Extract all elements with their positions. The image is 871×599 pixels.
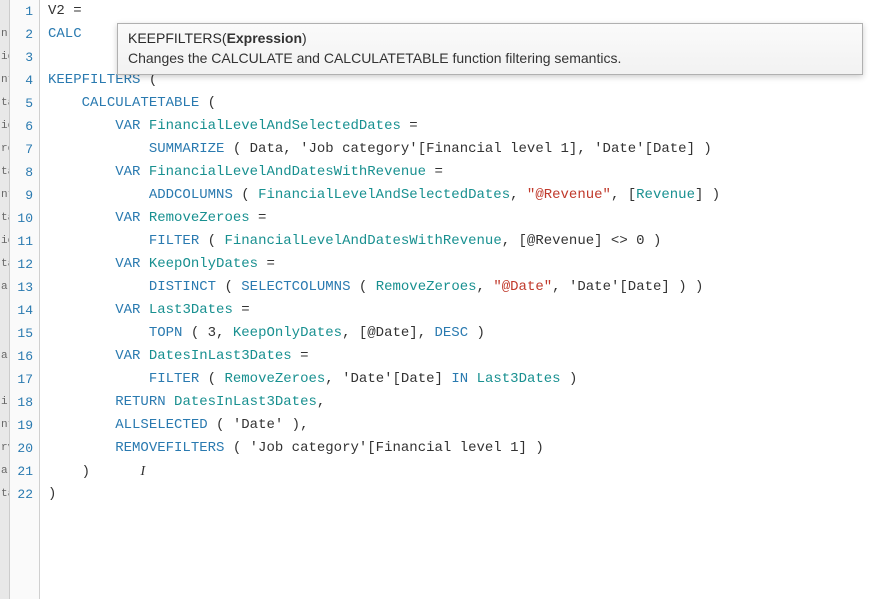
code-line[interactable]: VAR KeepOnlyDates =	[48, 253, 871, 276]
line-number: 9	[10, 184, 33, 207]
line-number: 22	[10, 483, 33, 506]
intellisense-tooltip: KEEPFILTERS(Expression) Changes the CALC…	[117, 23, 863, 75]
code-line[interactable]: VAR FinancialLevelAndSelectedDates =	[48, 115, 871, 138]
line-number: 10	[10, 207, 33, 230]
code-line[interactable]: TOPN ( 3, KeepOnlyDates, [@Date], DESC )	[48, 322, 871, 345]
line-number: 20	[10, 437, 33, 460]
line-number: 5	[10, 92, 33, 115]
code-line[interactable]: )	[48, 483, 871, 506]
code-line[interactable]: RETURN DatesInLast3Dates,	[48, 391, 871, 414]
line-number: 19	[10, 414, 33, 437]
code-line[interactable]: FILTER ( FinancialLevelAndDatesWithReven…	[48, 230, 871, 253]
code-line[interactable]: SUMMARIZE ( Data, 'Job category'[Financi…	[48, 138, 871, 161]
line-number: 14	[10, 299, 33, 322]
line-number: 16	[10, 345, 33, 368]
code-line[interactable]: ALLSELECTED ( 'Date' ),	[48, 414, 871, 437]
code-line[interactable]: VAR Last3Dates =	[48, 299, 871, 322]
line-number: 1	[10, 0, 33, 23]
code-editor[interactable]: nicnttaicretanttaictaalailntrvarta 12345…	[0, 0, 871, 599]
line-number: 15	[10, 322, 33, 345]
tooltip-signature: KEEPFILTERS(Expression)	[128, 28, 852, 48]
code-line[interactable]: CALCULATETABLE (	[48, 92, 871, 115]
line-number: 8	[10, 161, 33, 184]
code-line[interactable]: VAR RemoveZeroes =	[48, 207, 871, 230]
line-number: 6	[10, 115, 33, 138]
line-number: 3	[10, 46, 33, 69]
line-number: 13	[10, 276, 33, 299]
code-line[interactable]: REMOVEFILTERS ( 'Job category'[Financial…	[48, 437, 871, 460]
code-line[interactable]: FILTER ( RemoveZeroes, 'Date'[Date] IN L…	[48, 368, 871, 391]
text-cursor-icon: I	[140, 464, 145, 479]
line-number: 21	[10, 460, 33, 483]
line-number: 18	[10, 391, 33, 414]
tooltip-description: Changes the CALCULATE and CALCULATETABLE…	[128, 48, 852, 68]
code-line[interactable]: VAR DatesInLast3Dates =	[48, 345, 871, 368]
line-number-gutter: 12345678910111213141516171819202122	[10, 0, 40, 599]
line-number: 4	[10, 69, 33, 92]
left-marker-strip: nicnttaicretanttaictaalailntrvarta	[0, 0, 10, 599]
line-number: 11	[10, 230, 33, 253]
line-number: 7	[10, 138, 33, 161]
code-line[interactable]: VAR FinancialLevelAndDatesWithRevenue =	[48, 161, 871, 184]
line-number: 2	[10, 23, 33, 46]
code-line[interactable]: ADDCOLUMNS ( FinancialLevelAndSelectedDa…	[48, 184, 871, 207]
code-area[interactable]: KEEPFILTERS(Expression) Changes the CALC…	[40, 0, 871, 599]
code-line[interactable]: DISTINCT ( SELECTCOLUMNS ( RemoveZeroes,…	[48, 276, 871, 299]
line-number: 17	[10, 368, 33, 391]
code-line[interactable]: ) I	[48, 460, 871, 483]
line-number: 12	[10, 253, 33, 276]
code-line[interactable]: V2 =	[48, 0, 871, 23]
